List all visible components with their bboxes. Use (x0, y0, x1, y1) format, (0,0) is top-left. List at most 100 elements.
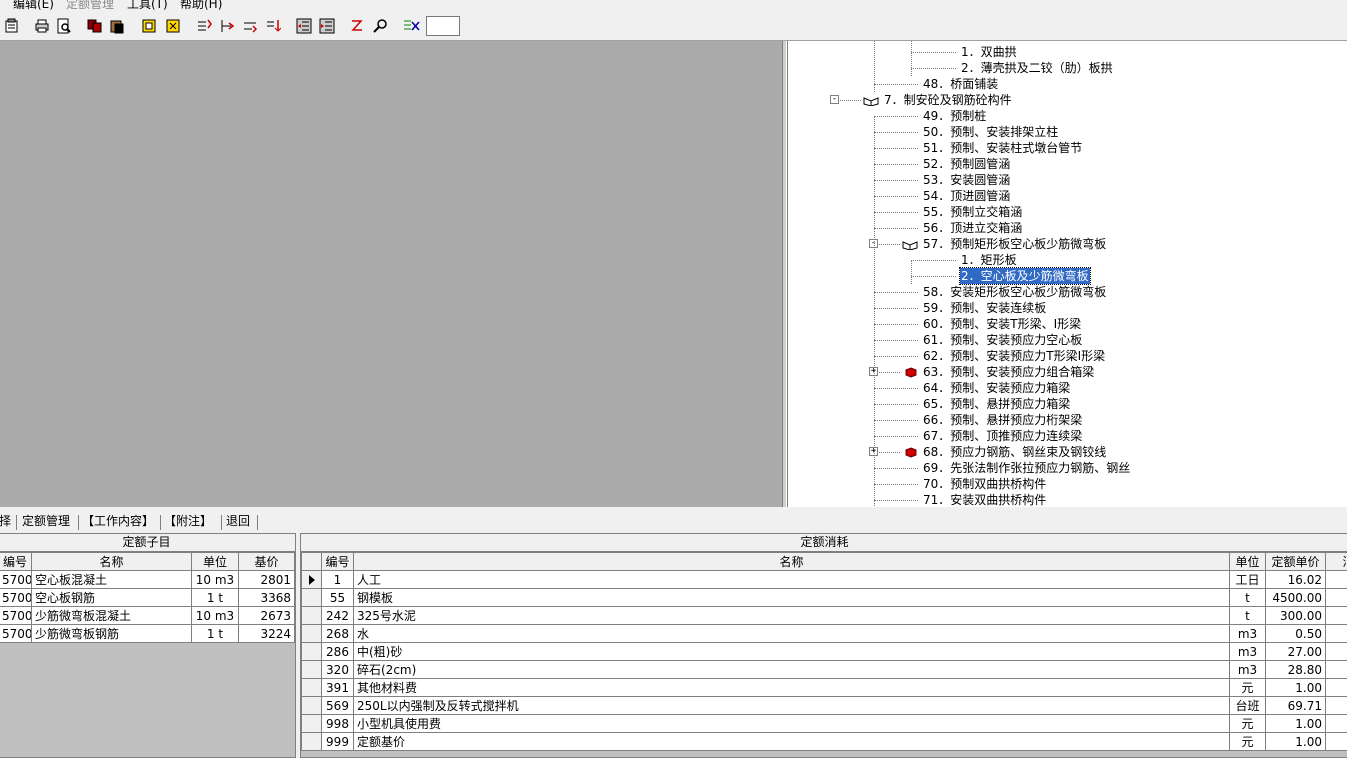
col-unit[interactable]: 单位 (191, 552, 239, 571)
tree-node-label[interactable]: 58．安装矩形板空心板少筋微弯板 (922, 284, 1107, 300)
tree-node-label[interactable]: 2．空心板及少筋微弯板 (959, 267, 1091, 285)
tree-node[interactable]: +68．预应力钢筋、钢丝束及钢铰线 (788, 444, 1347, 460)
tree-node-label[interactable]: 1．矩形板 (960, 252, 1018, 268)
insert-record-icon[interactable] (139, 16, 159, 36)
tree-node-label[interactable]: 63．预制、安装预应力组合箱梁 (922, 364, 1095, 380)
indent-icon[interactable] (317, 16, 337, 36)
print-preview-icon[interactable] (54, 16, 74, 36)
table-row[interactable]: 57007少筋微弯板钢筋1 t3224 (0, 624, 295, 643)
properties-icon[interactable] (2, 16, 22, 36)
tree-node[interactable]: 59．预制、安装连续板 (788, 300, 1347, 316)
col-name[interactable]: 名称 (31, 552, 192, 571)
tree-node-label[interactable]: 48．桥面铺装 (922, 76, 999, 92)
tree-node-label[interactable]: 69．先张法制作张拉预应力钢筋、钢丝 (922, 460, 1131, 476)
table-row[interactable]: 320 碎石(2cm) m3 28.80 (301, 660, 1347, 679)
tree-node[interactable]: 1．矩形板 (788, 252, 1347, 268)
table-row[interactable]: 569 250L以内强制及反转式搅拌机 台班 69.71 (301, 696, 1347, 715)
tree-node[interactable]: 2．空心板及少筋微弯板 (788, 267, 1347, 285)
quota-tree[interactable]: 1．双曲拱 2．薄壳拱及二铰（肋）板拱 48．桥面铺装 - 7．制安砼及钢筋砼构件 49．… (787, 41, 1347, 507)
table-row[interactable]: 998 小型机具使用费元 1.00 (301, 714, 1347, 733)
tree-node[interactable]: 70．预制双曲拱桥构件 (788, 476, 1347, 492)
tree-node-label[interactable]: 53．安装圆管涵 (922, 172, 1011, 188)
tree-node-label[interactable]: 51．预制、安装柱式墩台管节 (922, 140, 1083, 156)
menu-tools[interactable]: 工具(T) (127, 0, 168, 12)
tree-node[interactable]: 49．预制桩 (788, 108, 1347, 124)
tree-node[interactable]: 66．预制、悬拼预应力桁架梁 (788, 412, 1347, 428)
table-row[interactable]: 242 325号水泥 t 300.00 (301, 606, 1347, 625)
menu-quota-management[interactable]: 定额管理 (66, 0, 114, 12)
move-last-icon[interactable] (263, 16, 283, 36)
tree-node[interactable]: 69．先张法制作张拉预应力钢筋、钢丝 (788, 460, 1347, 476)
toolbar-input[interactable] (426, 16, 460, 36)
tab-notes[interactable]: 【附注】 (162, 512, 214, 531)
tree-node-label[interactable]: 56．顶进立交箱涵 (922, 220, 1023, 236)
move-first-icon[interactable] (194, 16, 214, 36)
tree-node[interactable]: - 7．制安砼及钢筋砼构件 (788, 92, 1347, 108)
col-consumption[interactable]: 消 (1325, 552, 1347, 571)
tree-node-label[interactable]: 52．预制圆管涵 (922, 156, 1011, 172)
table-row[interactable]: 391 其他材料费元 1.00 (301, 678, 1347, 697)
move-up-icon[interactable] (217, 16, 237, 36)
col-unit[interactable]: 单位 (1229, 552, 1266, 571)
table-row[interactable]: 286 中(粗)砂 m3 27.00 (301, 642, 1347, 661)
col-code[interactable]: 编号 (0, 552, 32, 571)
move-down-icon[interactable] (240, 16, 260, 36)
delete-record-icon[interactable] (163, 16, 183, 36)
row-indicator[interactable] (301, 660, 322, 679)
tree-node[interactable]: 56．顶进立交箱涵 (788, 220, 1347, 236)
table-row[interactable]: 268 水 m3 0.50 (301, 624, 1347, 643)
tree-node-label[interactable]: 59．预制、安装连续板 (922, 300, 1047, 316)
tree-node-label[interactable]: 57．预制矩形板空心板少筋微弯板 (922, 236, 1107, 252)
table-row[interactable]: 57004空心板混凝土10 m32801 (0, 570, 295, 589)
tree-node[interactable]: 53．安装圆管涵 (788, 172, 1347, 188)
tree-node[interactable]: +63．预制、安装预应力组合箱梁 (788, 364, 1347, 380)
row-indicator[interactable] (301, 696, 322, 715)
menu-help[interactable]: 帮助(H) (180, 0, 222, 12)
tree-node-label[interactable]: 7．制安砼及钢筋砼构件 (883, 92, 1013, 108)
tree-node-label[interactable]: 71．安装双曲拱桥构件 (922, 492, 1047, 507)
tree-node-label[interactable]: 65．预制、悬拼预应力箱梁 (922, 396, 1071, 412)
row-indicator[interactable] (301, 678, 322, 697)
tree-node[interactable]: 55．预制立交箱涵 (788, 204, 1347, 220)
tree-node-label[interactable]: 68．预应力钢筋、钢丝束及钢铰线 (922, 444, 1107, 460)
tree-node[interactable]: 67．预制、顶推预应力连续梁 (788, 428, 1347, 444)
paste-icon[interactable] (107, 16, 127, 36)
current-row-indicator[interactable] (301, 570, 322, 589)
outdent-icon[interactable] (294, 16, 314, 36)
tree-node[interactable]: 50．预制、安装排架立柱 (788, 124, 1347, 140)
tree-node[interactable]: 54．顶进圆管涵 (788, 188, 1347, 204)
col-code[interactable]: 编号 (321, 552, 354, 571)
tree-node-label[interactable]: 67．预制、顶推预应力连续梁 (922, 428, 1083, 444)
tree-node-label[interactable]: 50．预制、安装排架立柱 (922, 124, 1059, 140)
tab-back[interactable]: 退回 (224, 512, 252, 531)
tab-select[interactable]: 择 (0, 512, 13, 531)
tree-node-label[interactable]: 60．预制、安装T形梁、I形梁 (922, 316, 1082, 332)
collapse-icon[interactable]: - (830, 95, 839, 104)
tree-node[interactable]: 61．预制、安装预应力空心板 (788, 332, 1347, 348)
table-row[interactable]: 1 人工 工日 16.02 (301, 570, 1347, 589)
row-indicator[interactable] (301, 642, 322, 661)
clear-filter-icon[interactable] (402, 16, 422, 36)
col-name[interactable]: 名称 (353, 552, 1230, 571)
row-indicator[interactable] (301, 588, 322, 607)
col-base-price[interactable]: 基价 (238, 552, 295, 571)
tree-node-label[interactable]: 2．薄壳拱及二铰（肋）板拱 (960, 60, 1114, 76)
row-indicator[interactable] (301, 714, 322, 733)
row-indicator[interactable] (301, 624, 322, 643)
tree-node-label[interactable]: 62．预制、安装预应力T形梁I形梁 (922, 348, 1106, 364)
tree-node[interactable]: 2．薄壳拱及二铰（肋）板拱 (788, 60, 1347, 76)
copy-icon[interactable] (85, 16, 105, 36)
col-unit-price[interactable]: 定额单价 (1265, 552, 1326, 571)
tree-node[interactable]: -57．预制矩形板空心板少筋微弯板 (788, 236, 1347, 252)
tree-node-label[interactable]: 49．预制桩 (922, 108, 987, 124)
row-indicator[interactable] (301, 732, 322, 751)
tree-node-label[interactable]: 64．预制、安装预应力箱梁 (922, 380, 1071, 396)
tree-node-label[interactable]: 55．预制立交箱涵 (922, 204, 1023, 220)
menu-edit[interactable]: 编辑(E) (13, 0, 54, 12)
tree-node[interactable]: 52．预制圆管涵 (788, 156, 1347, 172)
tree-node-label[interactable]: 1．双曲拱 (960, 44, 1018, 60)
tree-node[interactable]: 48．桥面铺装 (788, 76, 1347, 92)
table-row[interactable]: 999 定额基价元 1.00 (301, 732, 1347, 751)
tab-quota-management[interactable]: 定额管理 (20, 512, 72, 531)
sort-icon[interactable] (347, 16, 367, 36)
